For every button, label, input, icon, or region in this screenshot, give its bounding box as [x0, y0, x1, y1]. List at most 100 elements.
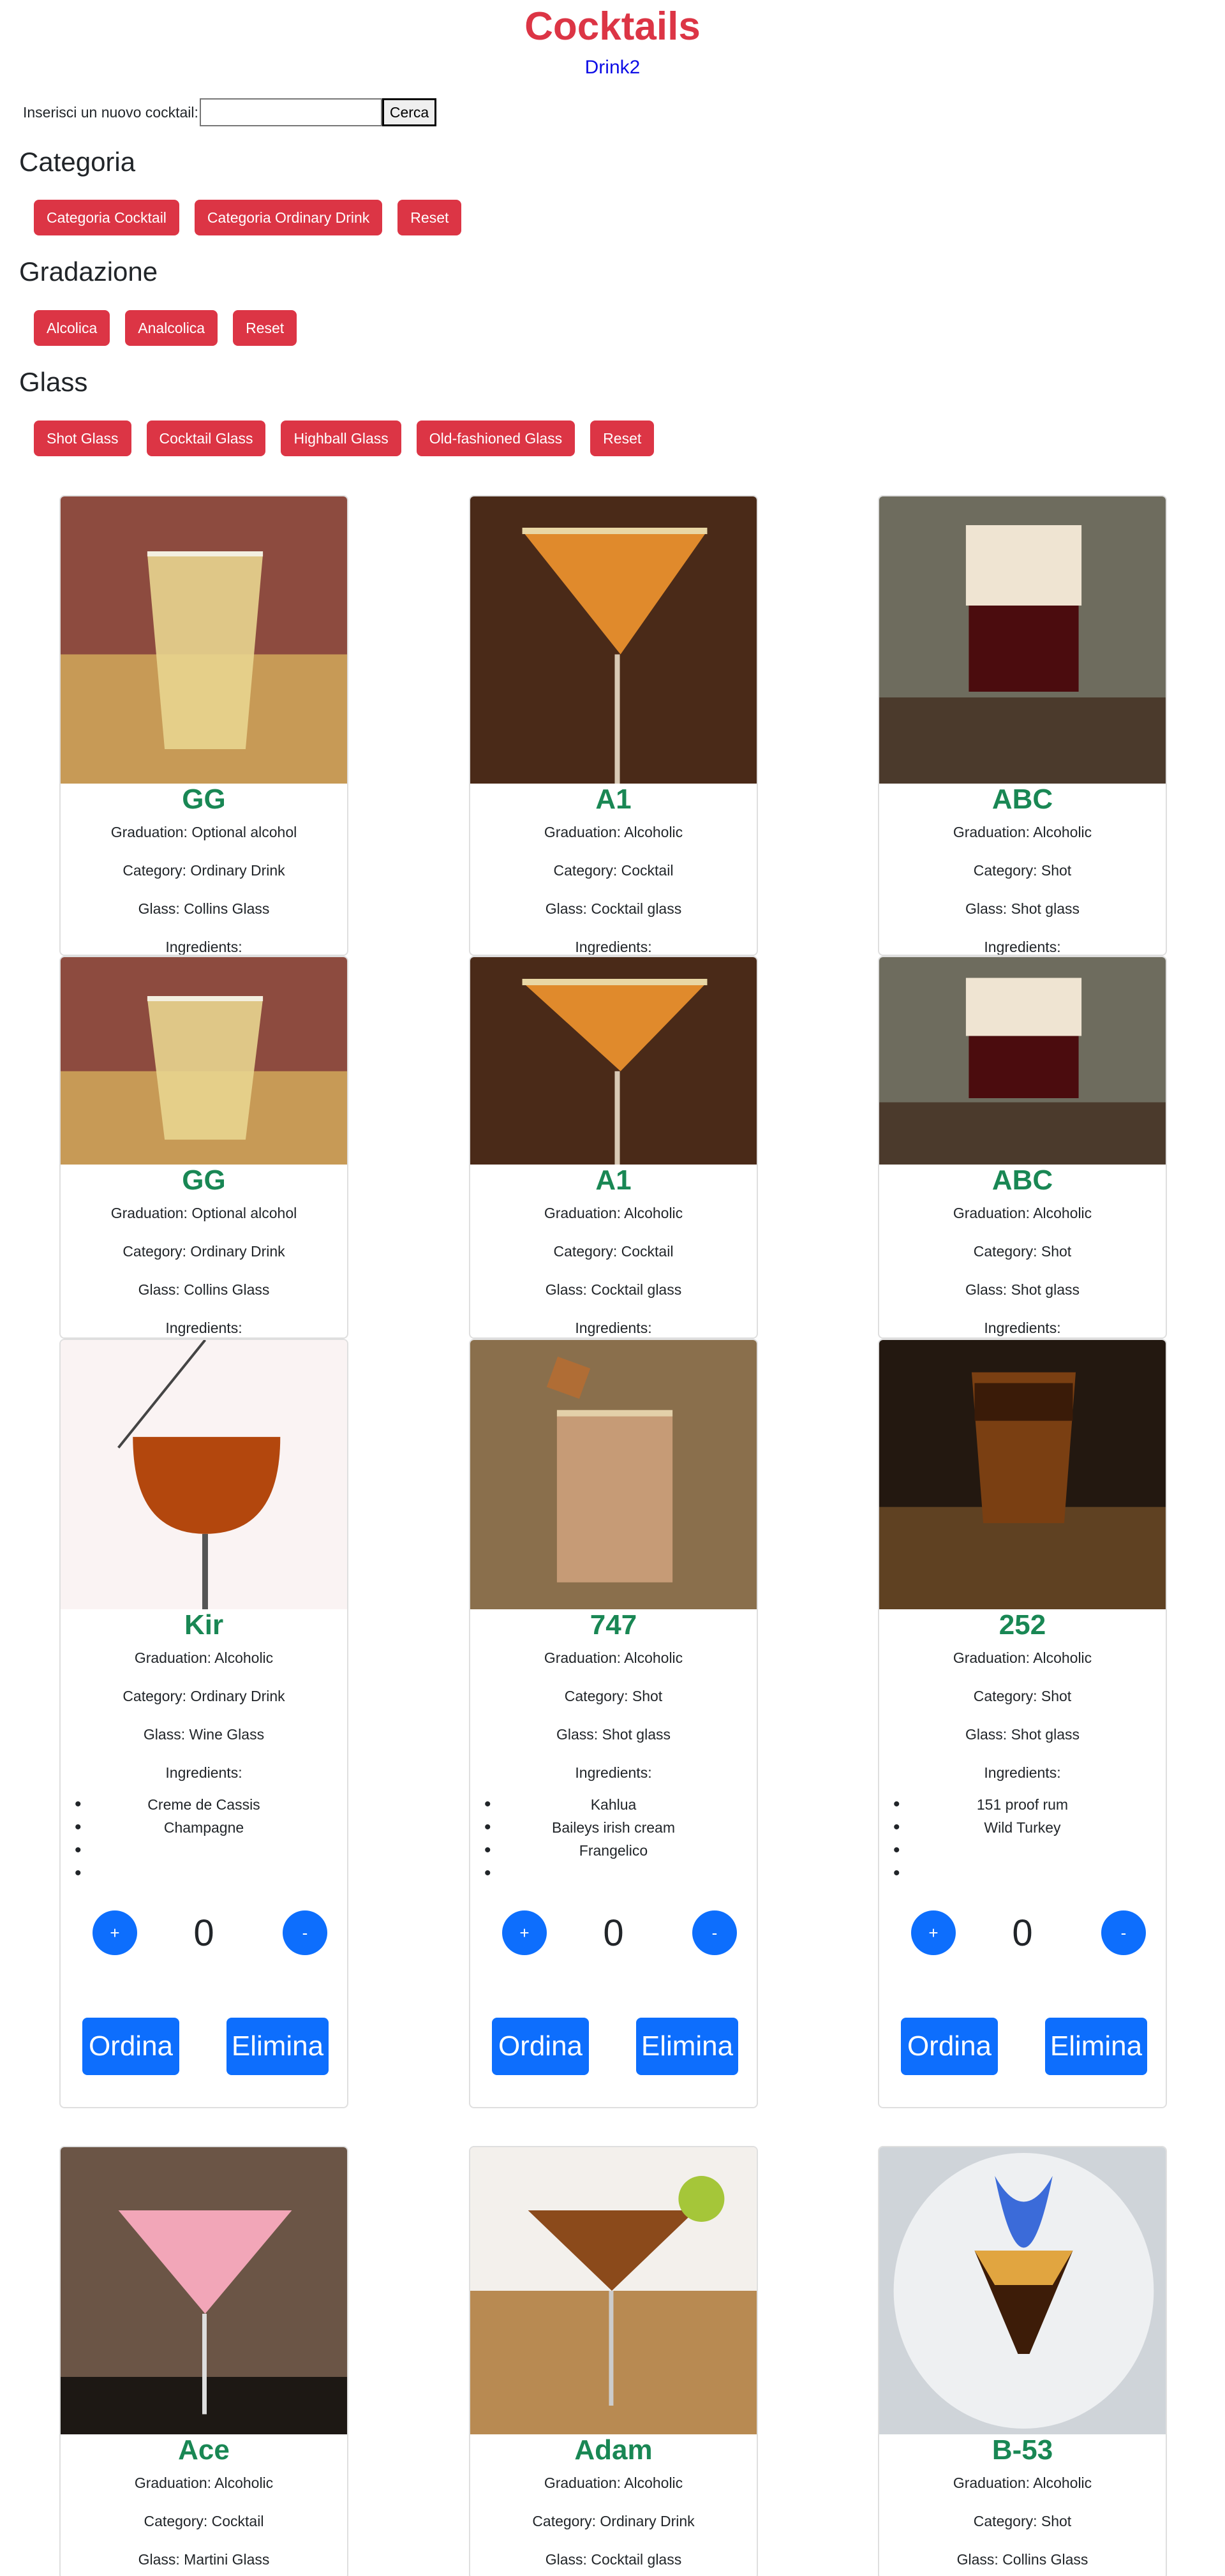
cocktail-card: A1 Graduation: Alcoholic Category: Cocktai… [469, 956, 758, 1339]
cocktail-photo [470, 496, 757, 784]
graduation-text: Graduation: Alcoholic [953, 824, 1092, 840]
subtitle-link[interactable]: Drink2 [0, 56, 1225, 79]
decrease-button[interactable]: - [1101, 1910, 1146, 1955]
graduation-text: Graduation: Alcoholic [134, 2475, 274, 2491]
ingredients-label: Ingredients: [575, 1320, 652, 1336]
page-title: Cocktails [524, 4, 701, 48]
highball-glass-button[interactable]: Highball Glass [281, 421, 401, 456]
glass-text: Glass: Shot glass [965, 900, 1080, 917]
glass-text: Glass: Cocktail glass [545, 900, 682, 917]
category-text: Category: Cocktail [144, 2513, 264, 2529]
ingredient-item [879, 1839, 1166, 1862]
cocktail-photo [470, 2147, 757, 2434]
ingredients-label: Ingredients: [984, 939, 1061, 955]
cocktail-photo [879, 496, 1166, 784]
ingredients-label: Ingredients: [165, 939, 242, 955]
category-text: Category: Shot [973, 2513, 1072, 2529]
order-button[interactable]: Ordina [82, 2018, 179, 2075]
ingredient-item: Kahlua [470, 1793, 757, 1816]
search-form: Inserisci un nuovo cocktail: Cerca [23, 98, 437, 126]
order-button[interactable]: Ordina [492, 2018, 589, 2075]
cocktail-photo [61, 957, 347, 1165]
glass-text: Glass: Cocktail glass [545, 2551, 682, 2568]
graduation-text: Graduation: Alcoholic [544, 2475, 683, 2491]
glass-text: Glass: Shot glass [556, 1726, 671, 1743]
decrease-button[interactable]: - [692, 1910, 737, 1955]
order-button[interactable]: Ordina [901, 2018, 998, 2075]
glass-text: Glass: Collins Glass [956, 2551, 1088, 2568]
old-fashioned-glass-button[interactable]: Old-fashioned Glass [416, 421, 575, 456]
glass-text: Glass: Shot glass [965, 1281, 1080, 1298]
graduation-text: Graduation: Alcoholic [953, 1649, 1092, 1666]
glass-text: Glass: Shot glass [965, 1726, 1080, 1743]
category-text: Category: Shot [973, 862, 1072, 879]
cocktail-name: GG [182, 784, 226, 815]
ingredients-label: Ingredients: [984, 1764, 1061, 1781]
quantity-stepper: +0- [879, 1910, 1166, 1956]
category-text: Category: Shot [973, 1243, 1072, 1260]
search-input[interactable] [199, 98, 382, 126]
ingredient-item [61, 1862, 347, 1885]
cocktail-card: Adam Graduation: Alcoholic Category: Ordin… [469, 2146, 758, 2576]
cocktail-name: Adam [574, 2434, 653, 2466]
delete-button[interactable]: Elimina [636, 2018, 738, 2075]
ingredients-label: Ingredients: [165, 1320, 242, 1336]
categoria-reset-button[interactable]: Reset [397, 200, 462, 235]
cocktail-card: 252 Graduation: Alcoholic Category: Shot Gl… [878, 1339, 1167, 2108]
cocktail-glass-button[interactable]: Cocktail Glass [146, 421, 266, 456]
graduation-text: Graduation: Alcoholic [953, 2475, 1092, 2491]
cocktail-card: GG Graduation: Optional alcohol Category: … [59, 956, 348, 1339]
ingredient-item [61, 1839, 347, 1862]
delete-button[interactable]: Elimina [226, 2018, 329, 2075]
cocktail-photo [470, 1340, 757, 1609]
ingredient-item: Wild Turkey [879, 1816, 1166, 1839]
cocktail-photo [470, 957, 757, 1165]
gradazione-title: Gradazione [19, 257, 158, 287]
glass-title: Glass [19, 367, 88, 397]
categoria-ordinary-drink-button[interactable]: Categoria Ordinary Drink [194, 200, 383, 235]
cocktail-name: ABC [991, 784, 1053, 815]
cocktail-card: GG Graduation: Optional alcohol Category: … [59, 495, 348, 956]
category-text: Category: Ordinary Drink [532, 2513, 695, 2529]
decrease-button[interactable]: - [283, 1910, 327, 1955]
glass-text: Glass: Wine Glass [143, 1726, 265, 1743]
analcolica-button[interactable]: Analcolica [125, 310, 218, 346]
cocktail-name: ABC [991, 1165, 1053, 1196]
cocktail-name: Ace [178, 2434, 230, 2466]
glass-text: Glass: Cocktail glass [545, 1281, 682, 1298]
alcolica-button[interactable]: Alcolica [34, 310, 110, 346]
search-button[interactable]: Cerca [382, 98, 437, 126]
cocktail-photo [61, 496, 347, 784]
ingredient-item [879, 1862, 1166, 1885]
search-label: Inserisci un nuovo cocktail: [23, 103, 198, 121]
cocktail-photo [879, 957, 1166, 1165]
cocktail-card: Kir Graduation: Alcoholic Category: Ordina… [59, 1339, 348, 2108]
cocktail-card: B-53 Graduation: Alcoholic Category: Shot G… [878, 2146, 1167, 2576]
ingredients-label: Ingredients: [575, 1764, 652, 1781]
cocktail-name: Kir [184, 1609, 224, 1641]
graduation-text: Graduation: Alcoholic [134, 1649, 274, 1666]
delete-button[interactable]: Elimina [1045, 2018, 1147, 2075]
category-text: Category: Ordinary Drink [122, 1243, 285, 1260]
glass-buttons: Shot Glass Cocktail Glass Highball Glass… [34, 421, 655, 456]
ingredients-list: Creme de CassisChampagne [61, 1793, 347, 1885]
gradazione-reset-button[interactable]: Reset [233, 310, 297, 346]
graduation-text: Graduation: Alcoholic [953, 1205, 1092, 1221]
graduation-text: Graduation: Optional alcohol [110, 1205, 297, 1221]
cocktail-name: A1 [595, 784, 632, 815]
cocktail-name: 252 [999, 1609, 1046, 1641]
gradazione-buttons: Alcolica Analcolica Reset [34, 310, 297, 346]
ingredient-item: Champagne [61, 1816, 347, 1839]
category-text: Category: Shot [564, 1688, 663, 1704]
ingredients-label: Ingredients: [165, 1764, 242, 1781]
glass-reset-button[interactable]: Reset [590, 421, 655, 456]
graduation-text: Graduation: Alcoholic [544, 1649, 683, 1666]
categoria-cocktail-button[interactable]: Categoria Cocktail [34, 200, 179, 235]
cocktail-name: A1 [595, 1165, 632, 1196]
ingredients-list: 151 proof rumWild Turkey [879, 1793, 1166, 1885]
shot-glass-button[interactable]: Shot Glass [34, 421, 131, 456]
ingredient-item: Creme de Cassis [61, 1793, 347, 1816]
ingredients-label: Ingredients: [984, 1320, 1061, 1336]
cocktail-photo [879, 2147, 1166, 2434]
cocktail-name: B-53 [991, 2434, 1053, 2466]
